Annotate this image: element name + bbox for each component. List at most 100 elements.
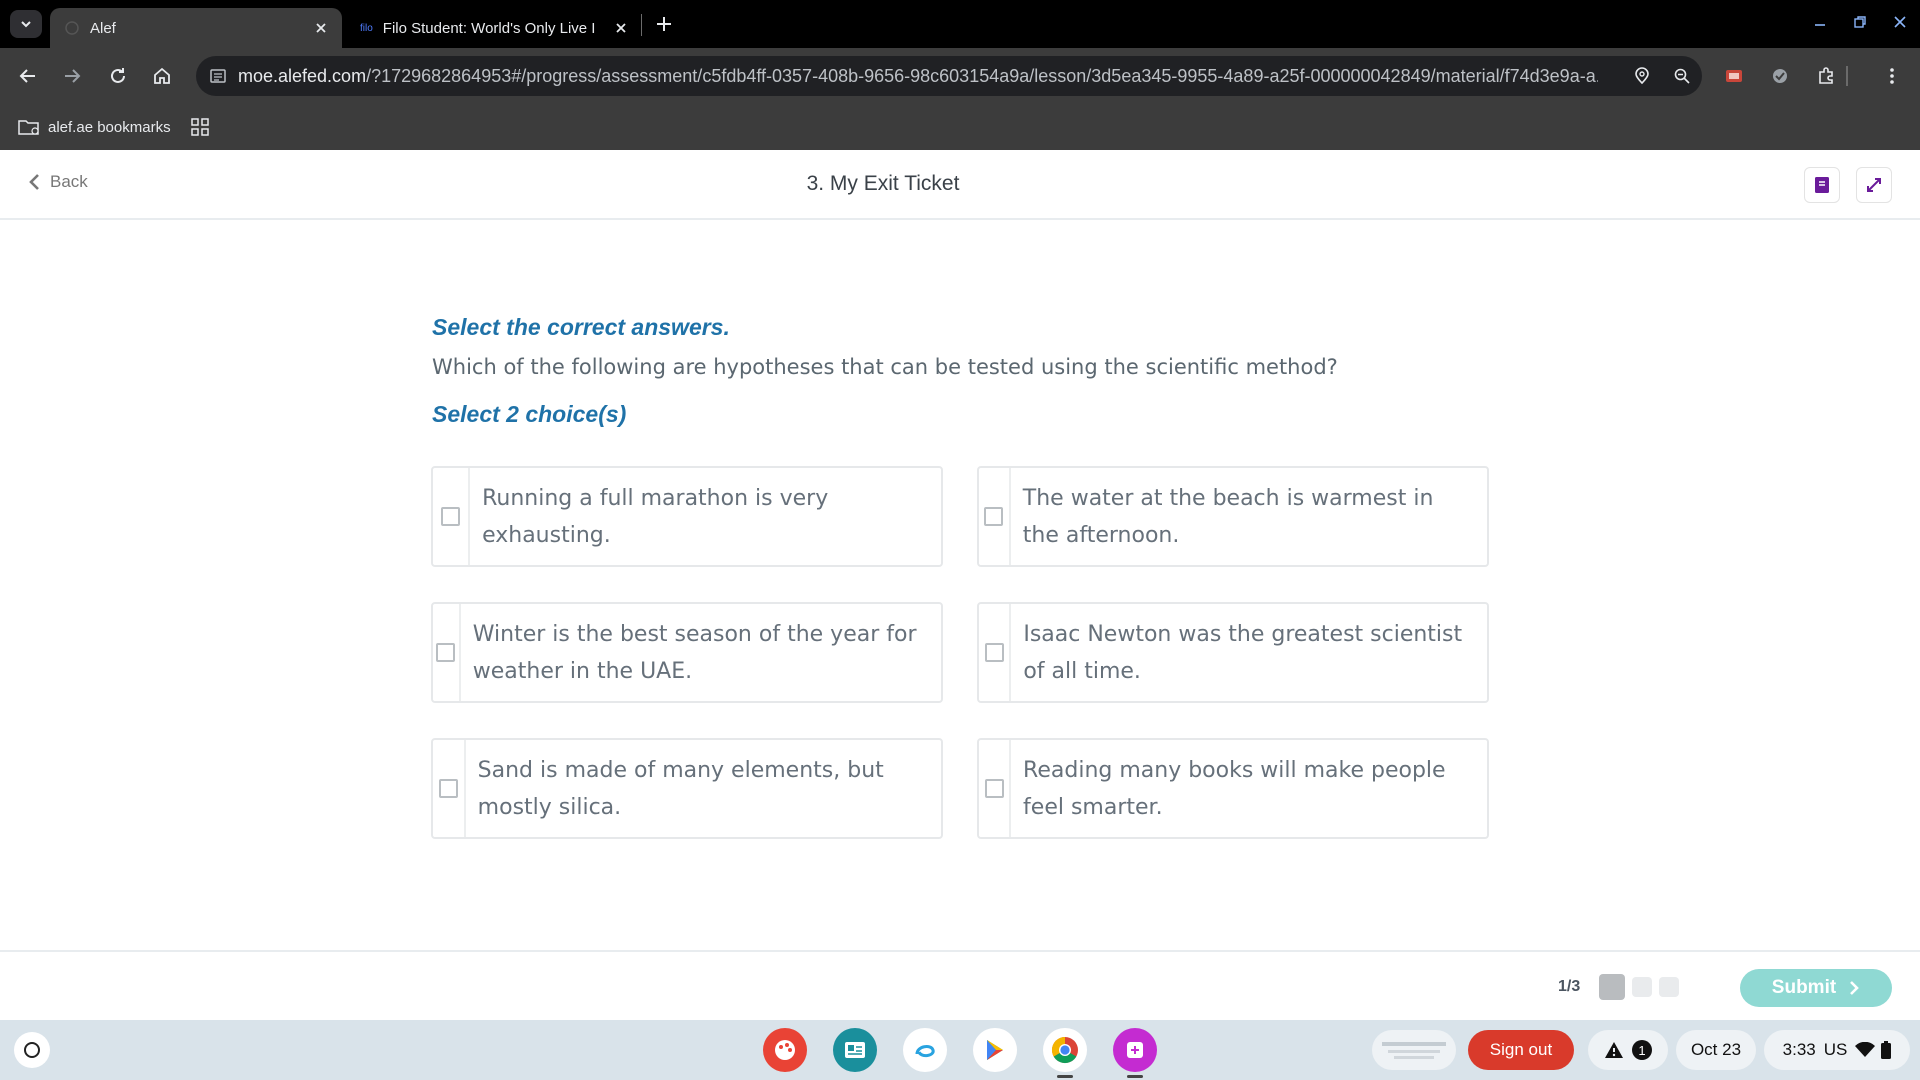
- keyboard-locale: US: [1823, 1040, 1848, 1059]
- browser-tab-bar: Alef filo Filo Student: World's Only Liv…: [0, 0, 1920, 48]
- tab-alef[interactable]: Alef: [50, 8, 342, 48]
- progress-step[interactable]: [1632, 977, 1652, 997]
- toolbar-divider: [1846, 66, 1848, 86]
- tab-title: Alef: [90, 19, 116, 37]
- home-icon[interactable]: [148, 62, 176, 90]
- back-nav-icon[interactable]: [14, 62, 42, 90]
- close-tab-icon[interactable]: [308, 15, 334, 41]
- choice-checkbox-cell: [433, 740, 466, 837]
- choice-checkbox[interactable]: [984, 643, 1004, 662]
- address-bar[interactable]: moe.alefed.com/?1729682864953#/progress/…: [196, 56, 1702, 96]
- canvas-student-app-icon[interactable]: [1113, 1028, 1157, 1072]
- extension-shield-icon[interactable]: [1766, 62, 1794, 90]
- app-running-indicator: [1057, 1075, 1073, 1078]
- url-path: /?1729682864953#/progress/assessment/c5f…: [366, 65, 1598, 86]
- location-pin-icon[interactable]: [1630, 64, 1654, 88]
- choice-checkbox[interactable]: [984, 779, 1004, 798]
- page-title: 3. My Exit Ticket: [806, 172, 960, 195]
- chrome-app-icon[interactable]: [1043, 1028, 1087, 1072]
- notification-tray[interactable]: 1: [1588, 1030, 1668, 1070]
- glossary-button[interactable]: [1804, 167, 1840, 203]
- close-tab-icon[interactable]: [608, 15, 634, 41]
- system-status-tray[interactable]: 3:33 US: [1764, 1030, 1910, 1070]
- choice-checkbox-cell: [433, 468, 471, 565]
- choice-option[interactable]: Reading many books will make people feel…: [977, 738, 1489, 839]
- apps-grid-icon[interactable]: [190, 118, 209, 136]
- forward-nav-icon[interactable]: [58, 62, 86, 90]
- choice-checkbox-cell: [979, 604, 1012, 701]
- tab-title: Filo Student: World's Only Live I: [382, 19, 596, 37]
- book-icon: [1815, 177, 1829, 193]
- plus-icon: [657, 17, 671, 31]
- lesson-header: Back 3. My Exit Ticket: [0, 150, 1920, 220]
- choice-option[interactable]: The water at the beach is warmest in the…: [977, 466, 1489, 567]
- launcher-circle-icon: [24, 1042, 40, 1058]
- more-menu-icon[interactable]: [1878, 62, 1906, 90]
- instruction-text: Select the correct answers.: [432, 314, 730, 340]
- choice-checkbox[interactable]: [436, 643, 456, 662]
- alef-favicon-icon: [64, 20, 80, 36]
- managed-folder-icon: [18, 120, 39, 135]
- choice-checkbox[interactable]: [984, 507, 1004, 526]
- sign-out-button[interactable]: Sign out: [1468, 1030, 1574, 1070]
- choice-checkbox-cell: [979, 468, 1011, 565]
- tab-search-button[interactable]: [10, 10, 42, 38]
- site-info-icon[interactable]: [206, 64, 230, 88]
- battery-icon: [1881, 1041, 1892, 1059]
- choice-checkbox[interactable]: [441, 507, 461, 526]
- app-running-indicator: [1127, 1075, 1143, 1078]
- zoom-icon[interactable]: [1670, 64, 1694, 88]
- sync-app-icon[interactable]: [903, 1028, 947, 1072]
- choice-checkbox-cell: [433, 604, 461, 701]
- reload-icon[interactable]: [104, 62, 132, 90]
- submit-label: Submit: [1771, 977, 1837, 998]
- url-text: moe.alefed.com/?1729682864953#/progress/…: [238, 66, 1598, 87]
- restore-window-icon[interactable]: [1848, 10, 1872, 34]
- choice-checkbox[interactable]: [438, 779, 458, 798]
- holding-space-tray[interactable]: [1372, 1030, 1456, 1070]
- choice-option[interactable]: Running a full marathon is very exhausti…: [431, 466, 943, 567]
- lesson-page: Back 3. My Exit Ticket Select the correc…: [0, 150, 1920, 1020]
- fullscreen-button[interactable]: [1856, 167, 1892, 203]
- minimize-window-icon[interactable]: [1808, 10, 1832, 34]
- chevron-down-icon: [21, 21, 31, 28]
- bookmark-folder-alef[interactable]: alef.ae bookmarks: [18, 118, 171, 136]
- choice-option[interactable]: Sand is made of many elements, but mostl…: [431, 738, 943, 839]
- choice-text: Sand is made of many elements, but mostl…: [477, 758, 884, 820]
- extensions-puzzle-icon[interactable]: [1812, 62, 1840, 90]
- new-tab-button[interactable]: [650, 10, 678, 38]
- filo-favicon-icon: filo: [360, 22, 373, 34]
- expand-icon: [1867, 178, 1881, 192]
- close-window-icon[interactable]: [1888, 10, 1912, 34]
- progress-step[interactable]: [1659, 977, 1679, 997]
- system-shelf: Sign out 1 Oct 23 3:33 US: [0, 1020, 1920, 1080]
- chevron-right-icon: [1850, 981, 1860, 995]
- choice-checkbox-cell: [979, 740, 1012, 837]
- question-text: Which of the following are hypotheses th…: [432, 355, 1338, 379]
- choice-text: Winter is the best season of the year fo…: [472, 622, 917, 684]
- launcher-button[interactable]: [14, 1032, 50, 1068]
- lesson-footer: 1/3 Submit: [0, 950, 1920, 1020]
- extension-red-icon[interactable]: [1720, 62, 1748, 90]
- url-domain: moe.alefed.com: [238, 65, 367, 86]
- tab-filo[interactable]: filo Filo Student: World's Only Live I: [346, 8, 642, 48]
- canvas-app-icon[interactable]: [763, 1028, 807, 1072]
- choice-text: Isaac Newton was the greatest scientist …: [1023, 622, 1463, 684]
- play-store-icon[interactable]: [973, 1028, 1017, 1072]
- choice-option[interactable]: Isaac Newton was the greatest scientist …: [977, 602, 1489, 703]
- choice-text: Running a full marathon is very exhausti…: [482, 486, 829, 548]
- choice-text: Reading many books will make people feel…: [1023, 758, 1446, 820]
- bookmarks-bar: alef.ae bookmarks: [0, 104, 1920, 150]
- wifi-icon: [1855, 1042, 1876, 1057]
- date-tray[interactable]: Oct 23: [1676, 1030, 1756, 1070]
- warning-icon: [1605, 1042, 1623, 1058]
- progress-counter: 1/3: [1558, 978, 1581, 995]
- question-area: Select the correct answers. Which of the…: [432, 314, 1492, 428]
- classroom-app-icon[interactable]: [833, 1028, 877, 1072]
- bookmark-folder-label: alef.ae bookmarks: [48, 118, 171, 136]
- choice-option[interactable]: Winter is the best season of the year fo…: [431, 602, 943, 703]
- progress-step-current[interactable]: [1599, 974, 1625, 1000]
- clock-time: 3:33: [1782, 1040, 1816, 1059]
- browser-toolbar: moe.alefed.com/?1729682864953#/progress/…: [0, 48, 1920, 104]
- submit-button[interactable]: Submit: [1740, 969, 1892, 1007]
